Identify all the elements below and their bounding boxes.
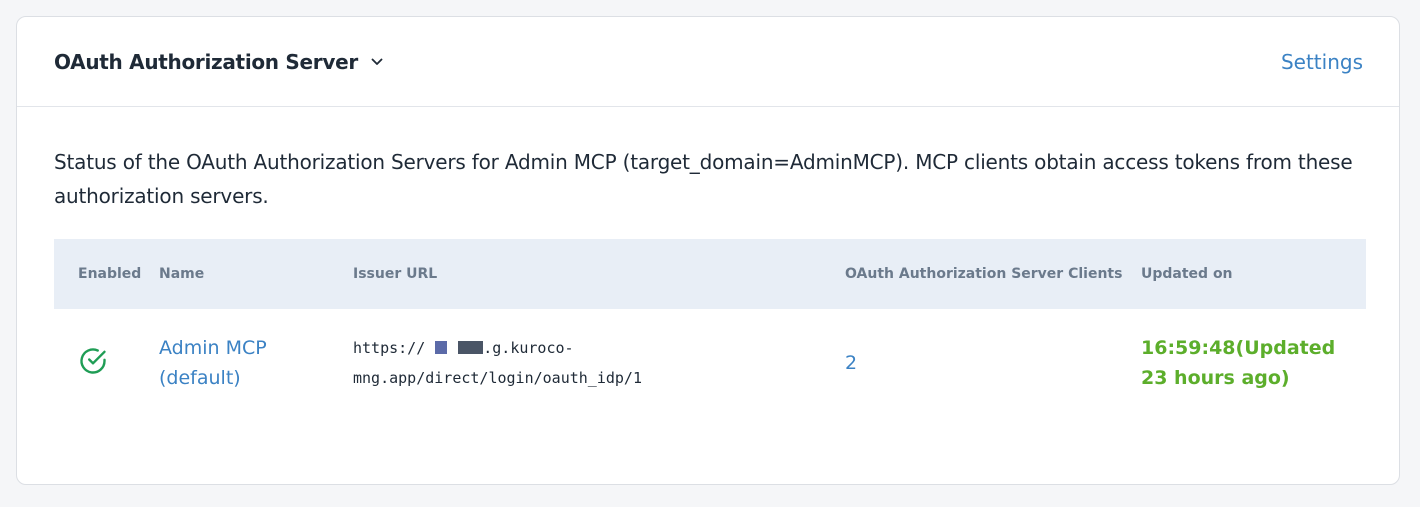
updated-on-cell: 16:59:48(Updated 23 hours ago) — [1141, 309, 1366, 417]
clients-cell: 2 — [845, 309, 1141, 417]
column-header-updated-on: Updated on — [1141, 266, 1233, 282]
oauth-server-card: OAuth Authorization Server Settings Stat… — [16, 16, 1400, 485]
issuer-url: https://.g.kuroco-mng.app/direct/login/o… — [353, 333, 713, 393]
column-header-issuer-url: Issuer URL — [353, 266, 438, 282]
oauth-servers-table: Enabled Name Issuer URL OAuth Authorizat… — [54, 239, 1366, 417]
table-header-row: Enabled Name Issuer URL OAuth Authorizat… — [54, 239, 1366, 309]
check-circle-icon — [78, 346, 108, 376]
name-cell: Admin MCP (default) — [159, 309, 353, 417]
updated-on-text: 16:59:48(Updated 23 hours ago) — [1141, 337, 1336, 389]
settings-link[interactable]: Settings — [1281, 50, 1363, 74]
enabled-cell — [54, 309, 159, 417]
table-row: Admin MCP (default) https://.g.kuroco-mn… — [54, 309, 1366, 417]
column-header-name: Name — [159, 266, 205, 282]
issuer-url-cell: https://.g.kuroco-mng.app/direct/login/o… — [353, 309, 845, 417]
title-dropdown-toggle[interactable]: OAuth Authorization Server — [54, 50, 384, 74]
redacted-block — [435, 341, 448, 354]
clients-count-link[interactable]: 2 — [845, 352, 857, 374]
column-header-enabled: Enabled — [78, 266, 142, 282]
redacted-block — [458, 341, 484, 354]
description-text: Status of the OAuth Authorization Server… — [54, 150, 1353, 208]
column-header-clients: OAuth Authorization Server Clients — [845, 266, 1123, 282]
server-name-link[interactable]: Admin MCP (default) — [159, 333, 309, 393]
card-header: OAuth Authorization Server Settings — [17, 17, 1399, 107]
issuer-url-prefix: https:// — [353, 339, 426, 357]
card-body: Status of the OAuth Authorization Server… — [17, 107, 1399, 417]
card-title: OAuth Authorization Server — [54, 49, 358, 74]
chevron-down-icon — [370, 55, 384, 69]
